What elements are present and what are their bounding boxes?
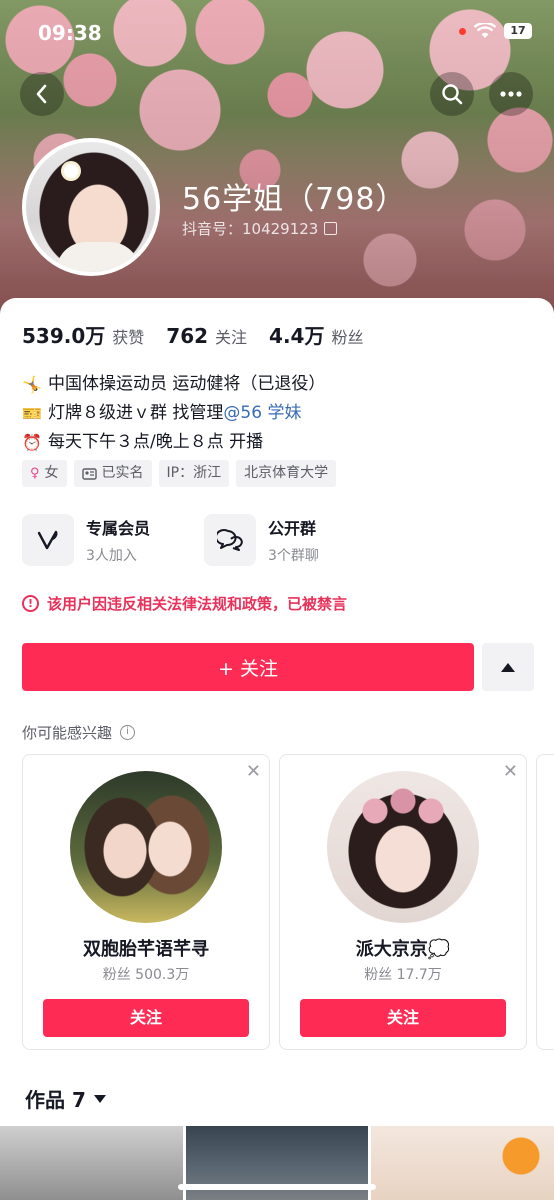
tag-ip-location: IP：浙江: [158, 460, 230, 487]
bio-line-2-text: 灯牌８级进ｖ群 找管理: [48, 403, 224, 423]
profile-tags: ♀ 女 已实名 IP：浙江 北京体育大学: [22, 460, 337, 487]
tag-gender: ♀ 女: [22, 460, 67, 487]
id-card-icon: [81, 467, 97, 480]
gymnast-emoji: 🤸: [22, 375, 42, 394]
works-tab[interactable]: 作品 7: [25, 1084, 106, 1113]
service-vip-subtitle: 3人加入: [86, 548, 137, 564]
triangle-down-icon: [93, 1094, 106, 1103]
recommend-cards: ✕ 双胞胎芊语芊寻 粉丝 500.3万 关注 ✕ 派大京京💭 粉丝 17.7万 …: [22, 754, 554, 1050]
copy-icon[interactable]: [324, 222, 338, 235]
recommend-avatar[interactable]: [327, 771, 479, 923]
close-icon[interactable]: ✕: [503, 761, 518, 782]
interest-title-text: 你可能感兴趣: [22, 724, 113, 742]
close-icon[interactable]: ✕: [246, 761, 261, 782]
banned-notice: ! 该用户因违反相关法律法规和政策，已被禁言: [22, 593, 347, 614]
chat-bubbles-icon: [217, 529, 243, 551]
recommend-card[interactable]: ✕ 派大京京💭 粉丝 17.7万 关注: [279, 754, 527, 1050]
video-thumbnail[interactable]: [0, 1126, 183, 1200]
search-icon: [442, 84, 463, 105]
profile-services: 专属会员 3人加入 公开群 3个群聊: [22, 514, 386, 566]
tag-verified: 已实名: [73, 460, 152, 487]
back-arrow-icon: [36, 84, 47, 104]
profile-content-sheet: 539.0万 获赞 762 关注 4.4万 粉丝 🤸 中国体操运动员 运动健将（…: [0, 298, 554, 1200]
status-indicators: 17: [459, 23, 532, 39]
service-group-subtitle: 3个群聊: [268, 548, 319, 564]
avatar-flower-accessory: [64, 164, 78, 178]
video-thumbnail[interactable]: [371, 1126, 554, 1200]
more-button[interactable]: [489, 72, 533, 116]
female-icon: ♀: [30, 466, 40, 481]
profile-display-name: 56学姐（798）: [182, 182, 407, 217]
bio-line-3: ⏰ 每天下午３点/晚上８点 开播: [22, 428, 325, 457]
bio-line-1-text: 中国体操运动员 运动健将（已退役）: [48, 374, 326, 394]
wifi-icon: [474, 23, 496, 38]
interest-section-title: 你可能感兴趣 i: [22, 722, 136, 743]
profile-bio: 🤸 中国体操运动员 运动健将（已退役） 🎫 灯牌８级进ｖ群 找管理 @56 学妹…: [22, 370, 325, 457]
tag-school[interactable]: 北京体育大学: [236, 460, 337, 487]
stat-followers-label: 粉丝: [331, 328, 364, 347]
recommend-fans: 粉丝 500.3万: [102, 967, 190, 983]
stat-followers-value: 4.4万: [269, 324, 325, 348]
stat-likes-value: 539.0万: [22, 324, 106, 348]
stat-following-value: 762: [166, 324, 209, 348]
tag-verified-text: 已实名: [101, 465, 144, 481]
triangle-up-icon: [501, 662, 515, 672]
avatar-outfit: [56, 242, 140, 272]
status-bar: 09:38 17: [0, 18, 554, 48]
service-vip-title: 专属会员: [86, 519, 151, 538]
stat-likes: 539.0万 获赞: [22, 320, 144, 349]
douyin-id-row[interactable]: 抖音号：10429123: [182, 218, 338, 239]
banned-notice-text: 该用户因违反相关法律法规和政策，已被禁言: [47, 595, 348, 613]
tag-gender-text: 女: [44, 465, 59, 481]
status-time: 09:38: [38, 21, 102, 45]
profile-stats: 539.0万 获赞 762 关注 4.4万 粉丝: [22, 320, 364, 349]
recommend-card-partial[interactable]: [536, 754, 554, 1050]
exclamation-circle-icon: !: [22, 595, 39, 612]
battery-icon: 17: [504, 23, 532, 39]
bio-mention-link[interactable]: @56 学妹: [223, 399, 301, 428]
douyin-id-text: 抖音号：10429123: [182, 220, 319, 238]
stat-followers[interactable]: 4.4万 粉丝: [269, 320, 363, 349]
bio-line-3-text: 每天下午３点/晚上８点 开播: [48, 432, 264, 452]
recommend-follow-button[interactable]: 关注: [43, 999, 249, 1037]
more-dots-icon: [500, 91, 522, 97]
stat-following[interactable]: 762 关注: [166, 324, 247, 348]
recommend-follow-button[interactable]: 关注: [300, 999, 506, 1037]
recording-dot-icon: [459, 27, 466, 35]
back-button[interactable]: [20, 72, 64, 116]
stat-likes-label: 获赞: [112, 328, 145, 347]
recommend-name: 双胞胎芊语芊寻: [83, 939, 209, 960]
service-vip-icon-box: [22, 514, 74, 566]
v-icon: [37, 530, 58, 550]
search-button[interactable]: [430, 72, 474, 116]
info-icon[interactable]: i: [120, 725, 136, 740]
service-public-group[interactable]: 公开群 3个群聊: [204, 514, 386, 566]
recommend-card[interactable]: ✕ 双胞胎芊语芊寻 粉丝 500.3万 关注: [22, 754, 270, 1050]
service-group-icon-box: [204, 514, 256, 566]
home-indicator[interactable]: [178, 1184, 376, 1190]
bio-line-1: 🤸 中国体操运动员 运动健将（已退役）: [22, 370, 325, 399]
ticket-emoji: 🎫: [22, 404, 42, 423]
profile-avatar[interactable]: [22, 138, 160, 276]
follow-button[interactable]: + 关注: [22, 643, 474, 691]
recommend-fans: 粉丝 17.7万: [364, 967, 442, 983]
bio-line-2: 🎫 灯牌８级进ｖ群 找管理 @56 学妹: [22, 399, 325, 428]
works-tab-label: 作品 7: [25, 1088, 86, 1112]
recommend-avatar[interactable]: [70, 771, 222, 923]
recommend-name: 派大京京💭: [355, 939, 451, 960]
stat-following-label: 关注: [215, 328, 248, 347]
alarm-clock-emoji: ⏰: [22, 433, 42, 452]
service-vip-membership[interactable]: 专属会员 3人加入: [22, 514, 204, 566]
service-group-title: 公开群: [268, 519, 317, 538]
recommend-toggle-button[interactable]: [482, 643, 534, 691]
